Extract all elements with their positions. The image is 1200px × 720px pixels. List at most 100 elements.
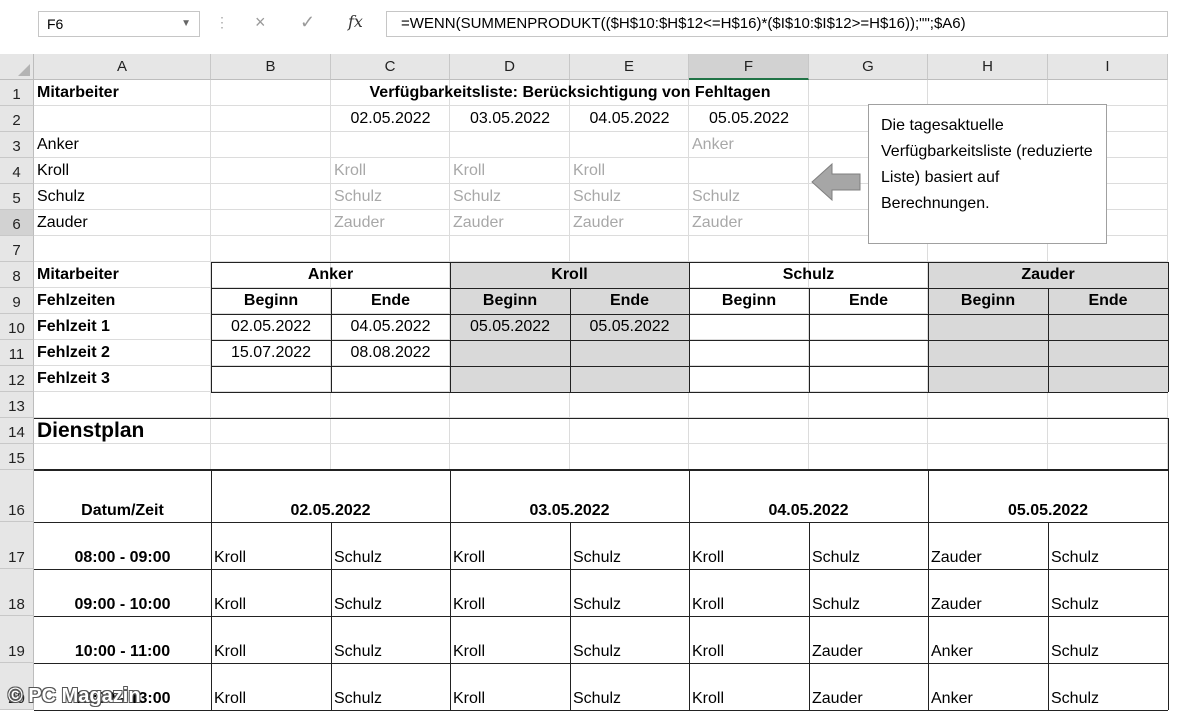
plan-cell[interactable]: Schulz [1048, 522, 1168, 569]
absence-date[interactable] [689, 340, 809, 366]
absence-date[interactable] [928, 366, 1048, 392]
plan-cell[interactable]: Schulz [809, 522, 928, 569]
absence-date[interactable] [570, 340, 689, 366]
column-header-d[interactable]: D [450, 54, 570, 80]
employee-header[interactable]: Anker [211, 262, 450, 288]
absence-date[interactable] [1048, 340, 1168, 366]
begin-header[interactable]: Beginn [211, 288, 331, 314]
row-header-16[interactable]: 16 [0, 470, 34, 522]
plan-cell[interactable]: Zauder [928, 569, 1048, 616]
employee-header[interactable]: Schulz [689, 262, 928, 288]
column-header-a[interactable]: A [34, 54, 211, 80]
plan-cell[interactable]: Schulz [570, 616, 689, 663]
plan-cell[interactable]: Kroll [450, 663, 570, 710]
absence-date[interactable] [809, 340, 928, 366]
row-header-18[interactable]: 18 [0, 569, 34, 616]
employee-name[interactable]: Kroll [34, 158, 211, 184]
employee-header[interactable]: Zauder [928, 262, 1168, 288]
row-header-12[interactable]: 12 [0, 366, 34, 392]
employee-name[interactable]: Schulz [34, 184, 211, 210]
availability-cell[interactable]: Kroll [331, 158, 450, 184]
plan-cell[interactable]: Anker [928, 663, 1048, 710]
column-header-g[interactable]: G [809, 54, 928, 80]
end-header[interactable]: Ende [809, 288, 928, 314]
row-header-9[interactable]: 9 [0, 288, 34, 314]
plan-cell[interactable]: Schulz [809, 569, 928, 616]
begin-header[interactable]: Beginn [689, 288, 809, 314]
row-header-6[interactable]: 6 [0, 210, 34, 236]
plan-cell[interactable]: Schulz [570, 522, 689, 569]
list-title[interactable]: Verfügbarkeitsliste: Berücksichtigung vo… [331, 80, 809, 106]
availability-cell[interactable] [570, 132, 689, 158]
row-header-10[interactable]: 10 [0, 314, 34, 340]
row-header-15[interactable]: 15 [0, 444, 34, 470]
time-slot[interactable]: 10:00 - 11:00 [34, 616, 211, 663]
availability-cell[interactable]: Schulz [689, 184, 809, 210]
absence-date[interactable] [211, 366, 331, 392]
plan-date-header[interactable]: 04.05.2022 [689, 470, 928, 522]
availability-cell[interactable] [689, 158, 809, 184]
availability-cell[interactable]: Anker [689, 132, 809, 158]
row-header-14[interactable]: 14 [0, 418, 34, 444]
absence-date[interactable] [809, 366, 928, 392]
absence-date[interactable] [809, 314, 928, 340]
availability-cell[interactable]: Zauder [689, 210, 809, 236]
column-header-f[interactable]: F [689, 54, 809, 80]
plan-cell[interactable]: Kroll [689, 522, 809, 569]
date-header[interactable]: 03.05.2022 [450, 106, 570, 132]
date-header[interactable]: 02.05.2022 [331, 106, 450, 132]
availability-cell[interactable]: Schulz [450, 184, 570, 210]
absence-date[interactable] [450, 366, 570, 392]
row-header-3[interactable]: 3 [0, 132, 34, 158]
plan-cell[interactable]: Kroll [211, 663, 331, 710]
absence-date[interactable]: 05.05.2022 [570, 314, 689, 340]
availability-cell[interactable] [450, 132, 570, 158]
absence-date[interactable] [1048, 314, 1168, 340]
column-header-h[interactable]: H [928, 54, 1048, 80]
dienstplan-title[interactable]: Dienstplan [34, 418, 331, 444]
time-slot[interactable]: 09:00 - 10:00 [34, 569, 211, 616]
plan-date-header[interactable]: 03.05.2022 [450, 470, 689, 522]
plan-cell[interactable]: Schulz [331, 522, 450, 569]
end-header[interactable]: Ende [1048, 288, 1168, 314]
absence-date[interactable]: 15.07.2022 [211, 340, 331, 366]
header-mitarbeiter[interactable]: Mitarbeiter [34, 262, 211, 288]
employee-header[interactable]: Kroll [450, 262, 689, 288]
plan-cell[interactable]: Schulz [570, 663, 689, 710]
datum-zeit-header[interactable]: Datum/Zeit [34, 470, 211, 522]
plan-cell[interactable]: Zauder [928, 522, 1048, 569]
select-all-corner[interactable] [0, 54, 34, 80]
end-header[interactable]: Ende [331, 288, 450, 314]
availability-cell[interactable]: Kroll [570, 158, 689, 184]
absence-date[interactable] [928, 340, 1048, 366]
row-header-8[interactable]: 8 [0, 262, 34, 288]
plan-cell[interactable]: Kroll [211, 522, 331, 569]
plan-cell[interactable]: Schulz [331, 663, 450, 710]
absence-date[interactable]: 05.05.2022 [450, 314, 570, 340]
plan-cell[interactable]: Kroll [211, 569, 331, 616]
date-header[interactable]: 05.05.2022 [689, 106, 809, 132]
plan-cell[interactable]: Kroll [689, 569, 809, 616]
column-header-i[interactable]: I [1048, 54, 1168, 80]
plan-cell[interactable]: Kroll [450, 616, 570, 663]
absence-date[interactable] [1048, 366, 1168, 392]
absence-date[interactable]: 02.05.2022 [211, 314, 331, 340]
time-slot[interactable]: 08:00 - 09:00 [34, 522, 211, 569]
availability-cell[interactable]: Kroll [450, 158, 570, 184]
absence-date[interactable] [331, 366, 450, 392]
plan-cell[interactable]: Schulz [570, 569, 689, 616]
absence-label[interactable]: Fehlzeit 3 [34, 366, 211, 392]
availability-cell[interactable]: Zauder [450, 210, 570, 236]
absence-date[interactable] [450, 340, 570, 366]
plan-cell[interactable]: Anker [928, 616, 1048, 663]
plan-cell[interactable]: Schulz [1048, 616, 1168, 663]
row-header-19[interactable]: 19 [0, 616, 34, 663]
row-header-2[interactable]: 2 [0, 106, 34, 132]
absence-date[interactable] [689, 314, 809, 340]
availability-cell[interactable]: Schulz [570, 184, 689, 210]
absence-date[interactable] [570, 366, 689, 392]
absence-date[interactable]: 08.08.2022 [331, 340, 450, 366]
plan-cell[interactable]: Kroll [450, 569, 570, 616]
row-header-5[interactable]: 5 [0, 184, 34, 210]
row-header-4[interactable]: 4 [0, 158, 34, 184]
